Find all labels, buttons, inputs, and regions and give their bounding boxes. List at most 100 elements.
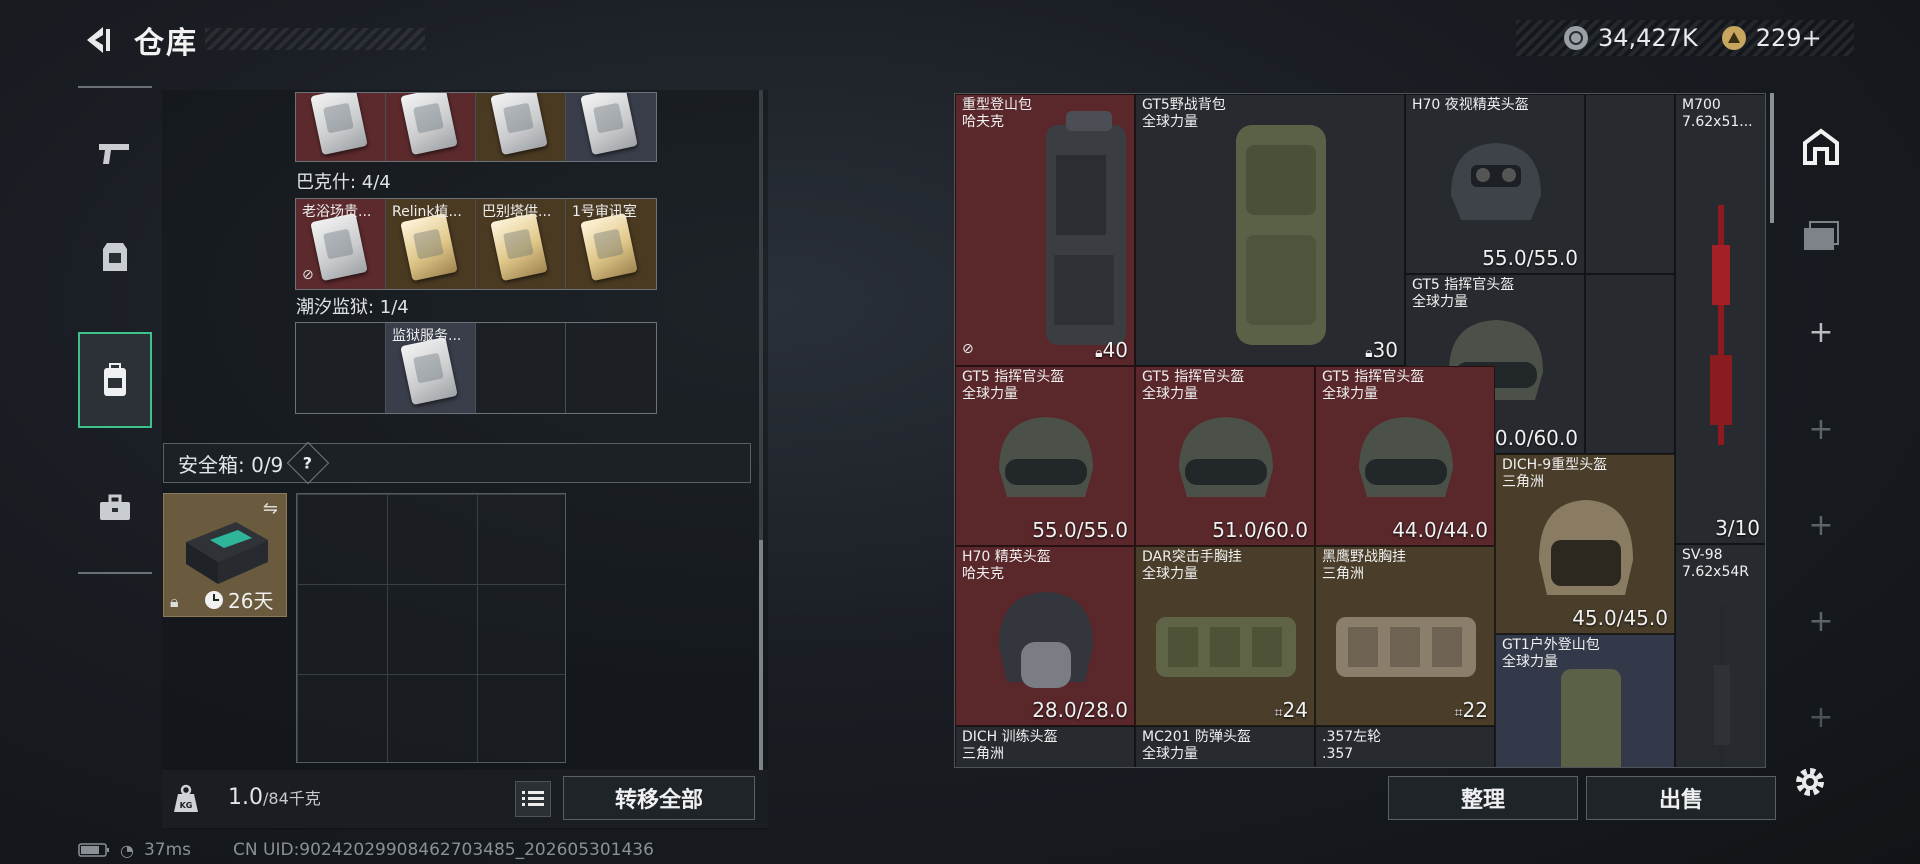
chaoxi-grid: 监狱服务... — [295, 322, 657, 414]
empty-slot[interactable] — [1585, 94, 1675, 274]
vest-icon — [103, 243, 127, 271]
premium-amount[interactable]: 229+ — [1756, 24, 1822, 52]
item-cell[interactable] — [386, 93, 476, 161]
backpack-icon — [1561, 669, 1621, 767]
folder-icon — [1804, 221, 1839, 250]
durability-value: 55.0/55.0 — [1482, 246, 1578, 270]
item-cell[interactable] — [566, 93, 656, 161]
add-tab-button[interactable]: + — [1782, 297, 1860, 367]
capacity-value: ⌗24 — [1274, 698, 1308, 722]
help-icon[interactable]: ? — [287, 441, 330, 485]
item-heavy-backpack[interactable]: 重型登山包 哈夫克 ⊘ 🔒︎40 — [955, 94, 1135, 366]
item-dich-training-helmet[interactable]: DICH 训练头盔 三角洲 — [955, 726, 1135, 767]
item-cell[interactable]: 监狱服务... — [386, 323, 476, 413]
helmet-icon — [1539, 500, 1633, 595]
tab-armor[interactable] — [78, 210, 152, 306]
left-scrollbar-thumb[interactable] — [759, 540, 763, 770]
sort-button[interactable]: 整理 — [1388, 776, 1578, 820]
item-field-backpack[interactable]: GT5野战背包 全球力量 🔒︎30 — [1135, 94, 1405, 366]
battery-icon — [78, 843, 109, 857]
empty-slot[interactable] — [296, 323, 386, 413]
item-name: 监狱服务... — [392, 328, 462, 344]
status-line: ◔ 37ms CN UID:9024202990846270348​5_2026… — [78, 840, 654, 860]
durability-value: 60.0/60.0 — [1482, 426, 1578, 450]
list-view-button[interactable] — [515, 781, 551, 817]
tab-warehouse[interactable] — [1782, 112, 1860, 182]
empty-slot[interactable] — [566, 323, 656, 413]
item-cell[interactable] — [476, 93, 566, 161]
item-h70-nv-helmet[interactable]: H70 夜视精英头盔 55.0/55.0 — [1405, 94, 1585, 274]
plus-icon: + — [1808, 699, 1834, 735]
list-icon — [522, 791, 544, 806]
premium-currency-icon — [1721, 26, 1746, 50]
item-name: 黑鹰野战胸挂 三角洲 — [1322, 549, 1406, 582]
tab-weapons[interactable] — [78, 105, 152, 201]
item-name: MC201 防弹头盔 全球力量 — [1142, 729, 1252, 762]
safe-box-grid[interactable] — [296, 493, 566, 763]
helmet-icon — [1451, 143, 1541, 220]
item-name: SV-98 7.62x54R — [1682, 547, 1749, 580]
item-cell[interactable] — [296, 93, 386, 161]
item-dar-chest-rig[interactable]: DAR突击手胸挂 全球力量 ⌗24 — [1135, 546, 1315, 726]
weight-value: 1.0 — [228, 785, 263, 810]
item-dich9-heavy-helmet[interactable]: DICH-9重型头盔 三角洲 45.0/45.0 — [1495, 454, 1675, 634]
empty-slot[interactable] — [1585, 274, 1675, 454]
item-sv98-rifle[interactable]: SV-98 7.62x54R — [1675, 544, 1765, 767]
durability-value: 44.0/44.0 — [1392, 518, 1488, 542]
item-gt5-commander-helmet[interactable]: GT5 指挥官头盔 全球力量 51.0/60.0 — [1135, 366, 1315, 546]
add-tab-button[interactable]: + — [1782, 490, 1860, 560]
empty-slot[interactable] — [476, 323, 566, 413]
safe-box-item[interactable]: ⇋ 🔒︎ 26天 — [163, 493, 287, 617]
item-gt5-commander-helmet[interactable]: GT5 指挥官头盔 全球力量 44.0/44.0 — [1315, 366, 1495, 546]
item-name: 老浴场贵... — [302, 204, 372, 220]
clock-icon — [205, 590, 223, 609]
tab-containers[interactable] — [78, 332, 152, 428]
item-cell[interactable]: Relink植... — [386, 199, 476, 289]
item-357-revolver[interactable]: .357左轮 .357 — [1315, 726, 1495, 767]
ammo-value: 3/10 — [1715, 516, 1760, 540]
item-name: GT5 指挥官头盔 全球力量 — [1412, 277, 1515, 310]
item-gt1-outdoor-backpack[interactable]: GT1户外登山包 全球力量 — [1495, 634, 1675, 767]
item-cell[interactable]: 1号审讯室 — [566, 199, 656, 289]
transfer-all-button[interactable]: 转移全部 — [563, 776, 755, 820]
backpack-icon — [104, 363, 126, 396]
item-cell[interactable]: 老浴场贵... ⊘ — [296, 199, 386, 289]
stash-scrollbar[interactable] — [1770, 93, 1774, 223]
sell-button[interactable]: 出售 — [1586, 776, 1776, 820]
item-name: .357左轮 .357 — [1322, 729, 1382, 762]
weight-icon: KG — [170, 783, 202, 815]
item-name: GT1户外登山包 全球力量 — [1502, 637, 1600, 670]
item-name: GT5 指挥官头盔 全球力量 — [962, 369, 1065, 402]
ping-text: 37ms — [143, 840, 192, 860]
gear-icon[interactable] — [1790, 762, 1830, 802]
tab-cases[interactable] — [78, 460, 152, 556]
item-mc201-helmet[interactable]: MC201 防弹头盔 全球力量 — [1135, 726, 1315, 767]
swap-icon[interactable]: ⇋ — [263, 498, 278, 519]
durability-value: 51.0/60.0 — [1212, 518, 1308, 542]
timer: 26天 — [204, 585, 273, 614]
plus-icon: + — [1808, 411, 1834, 447]
safe-box-label: 安全箱: 0/9 — [178, 452, 284, 477]
item-gt5-commander-helmet[interactable]: GT5 指挥官头盔 全球力量 55.0/55.0 — [955, 366, 1135, 546]
helmet-icon — [999, 592, 1093, 688]
title-decoration — [205, 28, 425, 50]
item-h70-elite-helmet[interactable]: H70 精英头盔 哈夫克 28.0/28.0 — [955, 546, 1135, 726]
briefcase-icon — [100, 494, 130, 520]
plus-icon: + — [1808, 314, 1834, 350]
plus-icon: + — [1808, 507, 1834, 543]
no-insure-icon: ⊘ — [302, 267, 314, 283]
item-name: H70 精英头盔 哈夫克 — [962, 549, 1051, 582]
item-cell[interactable]: 巴别塔供... — [476, 199, 566, 289]
add-tab-button[interactable]: + — [1782, 394, 1860, 464]
timer-text: 26天 — [228, 589, 274, 613]
back-arrow-icon[interactable] — [78, 20, 114, 60]
add-tab-button[interactable]: + — [1782, 682, 1860, 752]
item-name: DAR突击手胸挂 全球力量 — [1142, 549, 1242, 582]
item-blackhawk-chest-rig[interactable]: 黑鹰野战胸挂 三角洲 ⌗22 — [1315, 546, 1495, 726]
item-m700-rifle[interactable]: M700 7.62x51... 3/10 — [1675, 94, 1765, 544]
coin-icon — [1564, 26, 1588, 50]
item-name: GT5 指挥官头盔 全球力量 — [1322, 369, 1425, 402]
group-label-chaoxi: 潮汐监狱: 1/4 — [296, 297, 409, 318]
tab-stash-2[interactable] — [1782, 202, 1860, 272]
add-tab-button[interactable]: + — [1782, 586, 1860, 656]
